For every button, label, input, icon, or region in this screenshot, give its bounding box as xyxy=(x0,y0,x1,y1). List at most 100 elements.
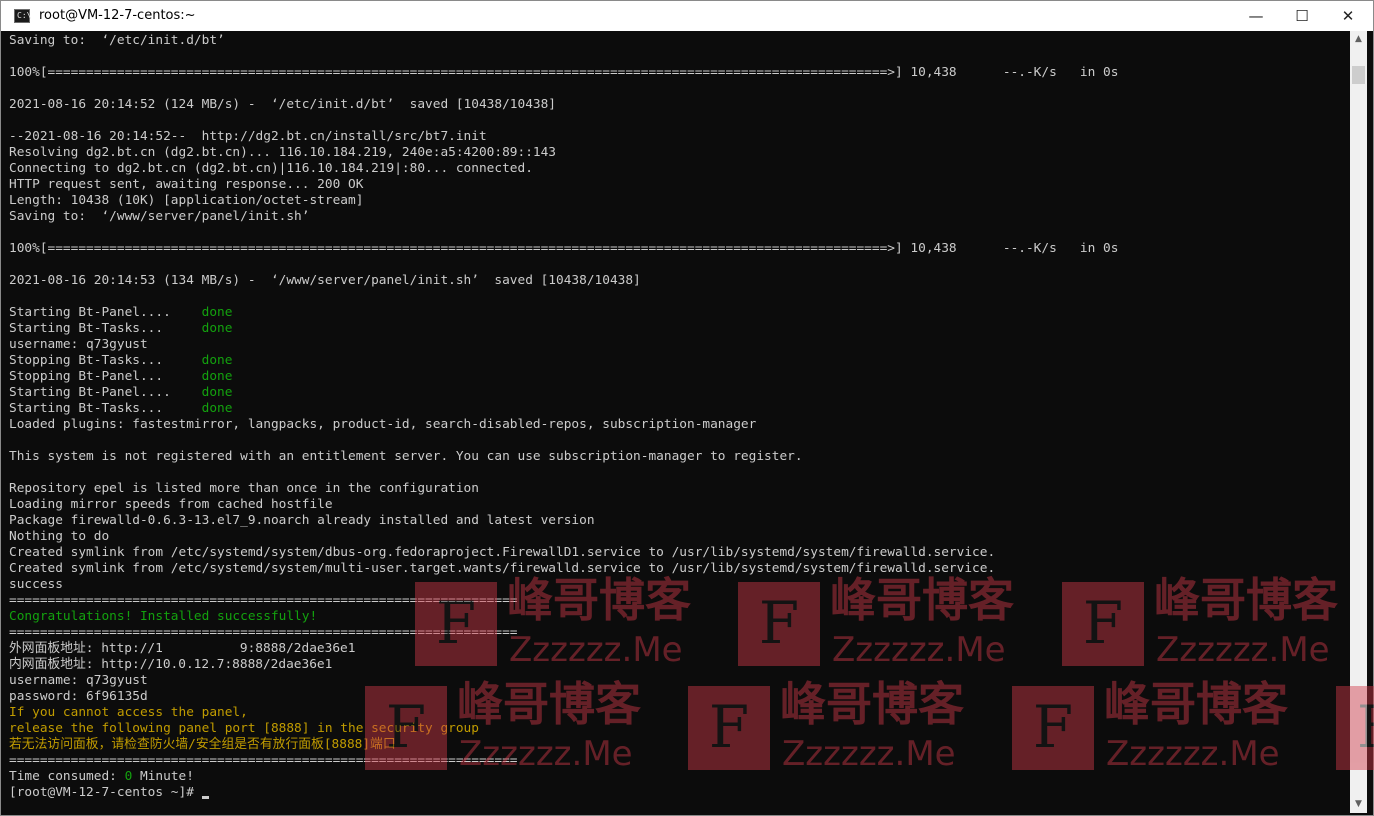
console-line: ========================================… xyxy=(9,625,1118,641)
warning-text: release the following panel port [8888] … xyxy=(9,721,479,736)
console-line: username: q73gyust xyxy=(9,673,1118,689)
console-text: 9:8888/2dae36e1 xyxy=(239,641,356,656)
console-line: Length: 10438 (10K) [application/octet-s… xyxy=(9,193,1118,209)
console-line: Repository epel is listed more than once… xyxy=(9,481,1118,497)
console-text: Repository epel is listed more than once… xyxy=(9,481,479,496)
console-text: This system is not registered with an en… xyxy=(9,449,803,464)
console-line: password: 6f96135d xyxy=(9,689,1118,705)
console-text: 内网面板地址: http://10.0.12.7:8888/2dae36e1 xyxy=(9,657,333,672)
console-line: [root@VM-12-7-centos ~]# xyxy=(9,785,1118,801)
console-text: ========================================… xyxy=(9,753,518,768)
console-text: Length: 10438 (10K) [application/octet-s… xyxy=(9,193,364,208)
status-text: done xyxy=(201,385,233,400)
console-text: Stopping Bt-Tasks... xyxy=(9,353,202,368)
console-text: Minute! xyxy=(132,769,194,784)
console-line: ========================================… xyxy=(9,593,1118,609)
console-text: Package firewalld-0.6.3-13.el7_9.noarch … xyxy=(9,513,595,528)
console-text: Created symlink from /etc/systemd/system… xyxy=(9,545,996,560)
console-line: 内网面板地址: http://10.0.12.7:8888/2dae36e1 xyxy=(9,657,1118,673)
console-text: Saving to: ‘/etc/init.d/bt’ xyxy=(9,33,225,48)
console-line: 若无法访问面板，请检查防火墙/安全组是否有放行面板[8888]端口 xyxy=(9,737,1118,753)
title-bar[interactable]: C:\ root@VM-12-7-centos:~ — ☐ ✕ xyxy=(1,1,1373,31)
console-text: Created symlink from /etc/systemd/system… xyxy=(9,561,996,576)
console-text: 100%[===================================… xyxy=(9,241,1119,256)
console-line: Stopping Bt-Panel... done xyxy=(9,369,1118,385)
console-line: This system is not registered with an en… xyxy=(9,449,1118,465)
console-text: ========================================… xyxy=(9,593,518,608)
status-text: done xyxy=(201,401,233,416)
console-text: --2021-08-16 20:14:52-- http://dg2.bt.cn… xyxy=(9,129,487,144)
console-line: Connecting to dg2.bt.cn (dg2.bt.cn)|116.… xyxy=(9,161,1118,177)
close-button[interactable]: ✕ xyxy=(1325,1,1371,31)
console-text: Starting Bt-Tasks... xyxy=(9,401,202,416)
console-text: Time consumed: xyxy=(9,769,125,784)
console-text: password: 6f96135d xyxy=(9,689,148,704)
console-line: Created symlink from /etc/systemd/system… xyxy=(9,545,1118,561)
console-text: Starting Bt-Panel.... xyxy=(9,385,202,400)
console-app-icon[interactable]: C:\ xyxy=(14,9,32,23)
console-line: ========================================… xyxy=(9,753,1118,769)
console-text: Nothing to do xyxy=(9,529,110,544)
console-line: release the following panel port [8888] … xyxy=(9,721,1118,737)
status-text: done xyxy=(201,321,233,336)
console-line: Nothing to do xyxy=(9,529,1118,545)
maximize-button[interactable]: ☐ xyxy=(1279,1,1325,31)
console-line: Stopping Bt-Tasks... done xyxy=(9,353,1118,369)
console-text: Starting Bt-Tasks... xyxy=(9,321,202,336)
console-line: Saving to: ‘/www/server/panel/init.sh’ xyxy=(9,209,1118,225)
console-line: Saving to: ‘/etc/init.d/bt’ xyxy=(9,33,1118,49)
console-line: Loading mirror speeds from cached hostfi… xyxy=(9,497,1118,513)
console-text: 2021-08-16 20:14:52 (124 MB/s) - ‘/etc/i… xyxy=(9,97,557,112)
console-output[interactable]: Saving to: ‘/etc/init.d/bt’ 100%[========… xyxy=(1,31,1350,813)
console-line: 2021-08-16 20:14:52 (124 MB/s) - ‘/etc/i… xyxy=(9,97,1118,113)
terminal-window: C:\ root@VM-12-7-centos:~ — ☐ ✕ Saving t… xyxy=(0,0,1374,816)
console-text: Resolving dg2.bt.cn (dg2.bt.cn)... 116.1… xyxy=(9,145,557,160)
console-text: 100%[===================================… xyxy=(9,65,1119,80)
console-line: Starting Bt-Tasks... done xyxy=(9,401,1118,417)
minimize-button[interactable]: — xyxy=(1233,1,1279,31)
console-line: Congratulations! Installed successfully! xyxy=(9,609,1118,625)
text-cursor xyxy=(201,796,209,799)
console-line: HTTP request sent, awaiting response... … xyxy=(9,177,1118,193)
console-text: Saving to: ‘/www/server/panel/init.sh’ xyxy=(9,209,310,224)
console-line: Package firewalld-0.6.3-13.el7_9.noarch … xyxy=(9,513,1118,529)
console-text: username: q73gyust xyxy=(9,673,148,688)
scroll-up-arrow-icon[interactable]: ▲ xyxy=(1350,31,1367,48)
status-text: done xyxy=(201,369,233,384)
scroll-down-arrow-icon[interactable]: ▼ xyxy=(1350,796,1367,813)
console-line: Starting Bt-Panel.... done xyxy=(9,305,1118,321)
console-text: success xyxy=(9,577,63,592)
console-text: Loaded plugins: fastestmirror, langpacks… xyxy=(9,417,757,432)
status-text: Congratulations! Installed successfully! xyxy=(9,609,318,624)
scrollbar-thumb[interactable] xyxy=(1352,66,1365,84)
console-text: Stopping Bt-Panel... xyxy=(9,369,202,384)
console-line: Time consumed: 0 Minute! xyxy=(9,769,1118,785)
console-text: Starting Bt-Panel.... xyxy=(9,305,202,320)
console-text: Connecting to dg2.bt.cn (dg2.bt.cn)|116.… xyxy=(9,161,533,176)
console-text: HTTP request sent, awaiting response... … xyxy=(9,177,364,192)
console-text: [root@VM-12-7-centos ~]# xyxy=(9,785,202,800)
console-line: 100%[===================================… xyxy=(9,241,1118,257)
console-line: Resolving dg2.bt.cn (dg2.bt.cn)... 116.1… xyxy=(9,145,1118,161)
console-line: success xyxy=(9,577,1118,593)
console-line: If you cannot access the panel, xyxy=(9,705,1118,721)
console-line: username: q73gyust xyxy=(9,337,1118,353)
warning-text: If you cannot access the panel, xyxy=(9,705,248,720)
console-text: ========================================… xyxy=(9,625,518,640)
window-title: root@VM-12-7-centos:~ xyxy=(39,8,196,23)
vertical-scrollbar[interactable]: ▲ ▼ xyxy=(1350,31,1367,813)
console-lines: Saving to: ‘/etc/init.d/bt’ 100%[========… xyxy=(9,33,1118,801)
console-text: Loading mirror speeds from cached hostfi… xyxy=(9,497,333,512)
console-line: Loaded plugins: fastestmirror, langpacks… xyxy=(9,417,1118,433)
console-text: 外网面板地址: http://1 xyxy=(9,641,163,656)
console-line: --2021-08-16 20:14:52-- http://dg2.bt.cn… xyxy=(9,129,1118,145)
console-app-icon-glyph: C:\ xyxy=(17,11,32,20)
console-line: Starting Bt-Tasks... done xyxy=(9,321,1118,337)
